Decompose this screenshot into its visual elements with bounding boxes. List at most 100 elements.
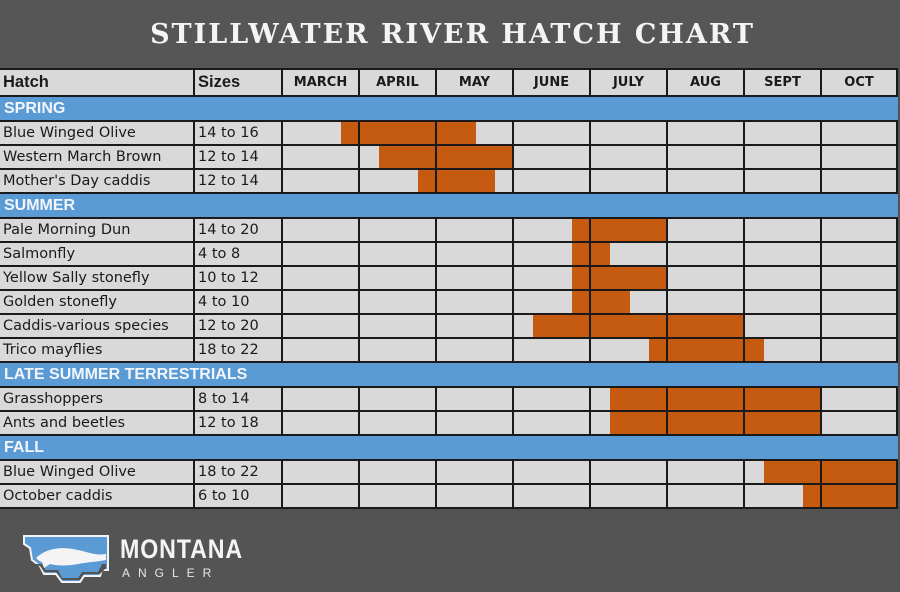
montana-fish-logo-icon xyxy=(23,535,109,583)
month-gridline xyxy=(896,315,898,337)
hatch-name: Salmonfly xyxy=(0,243,195,265)
brand-subtitle: ANGLER xyxy=(122,566,220,580)
month-gridline xyxy=(435,170,437,192)
hatch-bar xyxy=(802,485,898,507)
month-gridline xyxy=(512,339,514,361)
column-header-sizes: Sizes xyxy=(195,70,283,95)
month-gridline xyxy=(358,461,360,483)
month-gridline xyxy=(820,485,822,507)
section-label: SPRING xyxy=(4,99,66,117)
month-gridline xyxy=(896,122,898,144)
month-gridline xyxy=(512,461,514,483)
hatch-bar xyxy=(417,170,495,192)
hatch-bar xyxy=(571,243,611,265)
month-gridline xyxy=(820,291,822,313)
month-gridline xyxy=(589,243,591,265)
hatch-sizes: 8 to 14 xyxy=(195,388,283,410)
month-gridline xyxy=(358,243,360,265)
section-label: SUMMER xyxy=(4,196,76,214)
month-gridline xyxy=(666,146,668,168)
month-gridline xyxy=(435,412,437,434)
month-gridline xyxy=(896,219,898,241)
hatch-name: Ants and beetles xyxy=(0,412,195,434)
hatch-bar xyxy=(571,291,630,313)
hatch-sizes: 4 to 8 xyxy=(195,243,283,265)
hatch-sizes: 4 to 10 xyxy=(195,291,283,313)
hatch-sizes: 12 to 14 xyxy=(195,170,283,192)
month-gridline xyxy=(896,291,898,313)
section-row: FALL xyxy=(0,436,898,461)
section-label: FALL xyxy=(4,438,44,456)
month-gridline xyxy=(666,412,668,434)
month-gridline xyxy=(820,267,822,289)
hatch-row: Golden stonefly 4 to 10 xyxy=(0,291,898,315)
month-gridline xyxy=(820,315,822,337)
month-gridline xyxy=(820,146,822,168)
hatch-row: Grasshoppers 8 to 14 xyxy=(0,388,898,412)
month-gridline xyxy=(743,146,745,168)
month-header-april: APRIL xyxy=(360,70,437,95)
month-gridline xyxy=(589,339,591,361)
month-gridline xyxy=(666,339,668,361)
month-gridline xyxy=(512,146,514,168)
month-gridline xyxy=(589,219,591,241)
month-gridline xyxy=(666,122,668,144)
month-gridline xyxy=(666,219,668,241)
month-gridline xyxy=(820,461,822,483)
month-gridline xyxy=(820,339,822,361)
month-header-july: JULY xyxy=(591,70,668,95)
hatch-sizes: 12 to 14 xyxy=(195,146,283,168)
month-gridline xyxy=(743,461,745,483)
hatch-sizes: 10 to 12 xyxy=(195,267,283,289)
month-gridline xyxy=(743,412,745,434)
month-gridline xyxy=(589,146,591,168)
month-gridline xyxy=(743,291,745,313)
month-gridline xyxy=(358,412,360,434)
month-gridline xyxy=(512,485,514,507)
month-gridline xyxy=(666,485,668,507)
month-gridline xyxy=(512,291,514,313)
month-gridline xyxy=(896,339,898,361)
hatch-sizes: 14 to 20 xyxy=(195,219,283,241)
month-gridline xyxy=(358,485,360,507)
hatch-name: Blue Winged Olive xyxy=(0,122,195,144)
month-gridline xyxy=(512,388,514,410)
month-gridline xyxy=(743,485,745,507)
month-header-may: MAY xyxy=(437,70,514,95)
month-gridline xyxy=(512,315,514,337)
section-row: LATE SUMMER TERRESTRIALS xyxy=(0,363,898,388)
month-gridline xyxy=(435,267,437,289)
hatch-bar xyxy=(379,146,514,168)
month-gridline xyxy=(896,461,898,483)
header-row: Hatch Sizes MARCH APRIL MAY JUNE JULY AUG SEPT OC… xyxy=(0,70,898,97)
month-gridline xyxy=(358,388,360,410)
month-gridline xyxy=(820,170,822,192)
hatch-sizes: 18 to 22 xyxy=(195,461,283,483)
hatch-sizes: 12 to 18 xyxy=(195,412,283,434)
month-gridline xyxy=(589,291,591,313)
hatch-row: Caddis-various species 12 to 20 xyxy=(0,315,898,339)
title-bar: STILLWATER RIVER HATCH CHART xyxy=(0,0,900,68)
hatch-bar xyxy=(533,315,745,337)
month-gridline xyxy=(896,267,898,289)
month-gridline xyxy=(512,243,514,265)
month-gridline xyxy=(358,291,360,313)
month-header-oct: OCT xyxy=(822,70,898,95)
month-header-aug: AUG xyxy=(668,70,745,95)
month-gridline xyxy=(666,267,668,289)
month-gridline xyxy=(435,485,437,507)
hatch-row: October caddis 6 to 10 xyxy=(0,485,898,509)
month-gridline xyxy=(820,243,822,265)
month-gridline xyxy=(358,122,360,144)
hatch-row: Salmonfly 4 to 8 xyxy=(0,243,898,267)
month-gridline xyxy=(435,146,437,168)
month-gridline xyxy=(589,485,591,507)
hatch-row: Ants and beetles 12 to 18 xyxy=(0,412,898,436)
month-gridline xyxy=(435,315,437,337)
hatch-bar xyxy=(340,122,476,144)
month-gridline xyxy=(512,219,514,241)
chart-title: STILLWATER RIVER HATCH CHART xyxy=(150,18,755,50)
month-gridline xyxy=(512,170,514,192)
month-gridline xyxy=(743,170,745,192)
hatch-sizes: 12 to 20 xyxy=(195,315,283,337)
